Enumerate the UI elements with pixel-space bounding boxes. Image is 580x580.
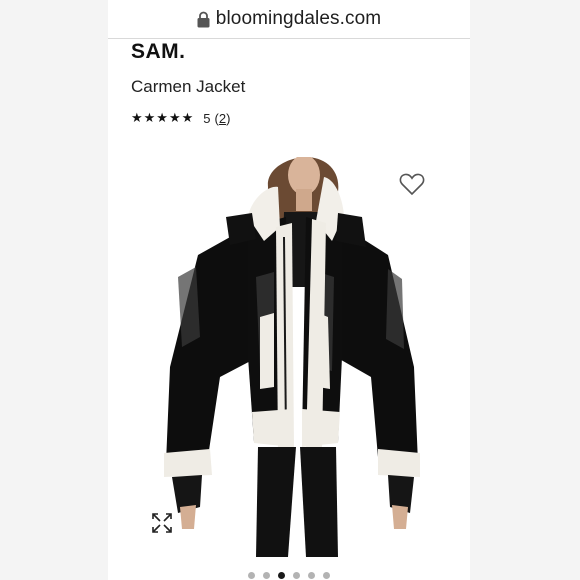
expand-arrows-icon[interactable] <box>150 511 174 535</box>
carousel-dot[interactable] <box>263 572 270 579</box>
carousel-pagination <box>108 572 470 579</box>
lock-icon <box>197 11 210 27</box>
address-bar[interactable]: bloomingdales.com <box>108 0 470 39</box>
carousel-dot[interactable] <box>308 572 315 579</box>
review-count[interactable]: 2 <box>219 111 226 126</box>
product-title: Carmen Jacket <box>131 77 246 96</box>
product-image[interactable] <box>156 157 431 557</box>
brand-name[interactable]: SAM. <box>131 40 186 64</box>
carousel-dot[interactable] <box>278 572 285 579</box>
rating-summary[interactable]: ★★★★★ 5 (2) <box>131 110 230 126</box>
carousel-dot[interactable] <box>248 572 255 579</box>
carousel-dot[interactable] <box>293 572 300 579</box>
left-backdrop <box>0 0 108 580</box>
heart-icon[interactable] <box>399 172 425 196</box>
review-count-link[interactable]: (2) <box>215 111 231 126</box>
carousel-dot[interactable] <box>323 572 330 579</box>
rating-value: 5 <box>203 110 211 126</box>
star-rating-icon: ★★★★★ <box>131 110 195 125</box>
url-text: bloomingdales.com <box>215 8 382 29</box>
mobile-page: bloomingdales.com SAM. Carmen Jacket ★★★… <box>108 0 470 580</box>
right-backdrop <box>470 0 580 580</box>
